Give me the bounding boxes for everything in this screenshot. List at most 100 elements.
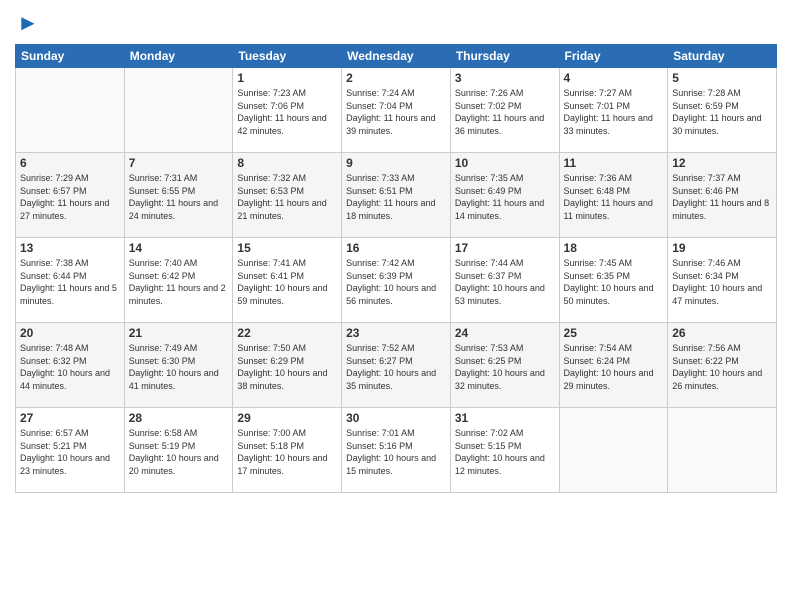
day-number: 6 xyxy=(20,156,120,170)
calendar-cell: 23 Sunrise: 7:52 AM Sunset: 6:27 PM Dayli… xyxy=(342,323,451,408)
calendar-cell: 4 Sunrise: 7:27 AM Sunset: 7:01 PM Daylig… xyxy=(559,68,668,153)
day-number: 24 xyxy=(455,326,555,340)
day-info: Sunrise: 7:28 AM Sunset: 6:59 PM Dayligh… xyxy=(672,87,772,137)
day-info: Sunrise: 7:36 AM Sunset: 6:48 PM Dayligh… xyxy=(564,172,664,222)
calendar-cell xyxy=(124,68,233,153)
days-header-row: SundayMondayTuesdayWednesdayThursdayFrid… xyxy=(16,45,777,68)
logo-icon: ► xyxy=(17,10,39,36)
week-row-4: 20Sunrise: 7:48 AM Sunset: 6:32 PM Dayli… xyxy=(16,323,777,408)
day-number: 26 xyxy=(672,326,772,340)
day-header-sunday: Sunday xyxy=(16,45,125,68)
day-info: Sunrise: 7:53 AM Sunset: 6:25 PM Dayligh… xyxy=(455,342,555,392)
page-header: ► xyxy=(15,10,777,36)
week-row-5: 27Sunrise: 6:57 AM Sunset: 5:21 PM Dayli… xyxy=(16,408,777,493)
day-number: 27 xyxy=(20,411,120,425)
day-number: 9 xyxy=(346,156,446,170)
day-info: Sunrise: 7:32 AM Sunset: 6:53 PM Dayligh… xyxy=(237,172,337,222)
day-info: Sunrise: 7:24 AM Sunset: 7:04 PM Dayligh… xyxy=(346,87,446,137)
day-info: Sunrise: 7:26 AM Sunset: 7:02 PM Dayligh… xyxy=(455,87,555,137)
page-container: ► SundayMondayTuesdayWednesdayThursdayFr… xyxy=(0,0,792,503)
calendar-cell: 19Sunrise: 7:46 AM Sunset: 6:34 PM Dayli… xyxy=(668,238,777,323)
calendar-cell: 28 Sunrise: 6:58 AM Sunset: 5:19 PM Dayli… xyxy=(124,408,233,493)
day-info: Sunrise: 7:23 AM Sunset: 7:06 PM Dayligh… xyxy=(237,87,337,137)
calendar-cell: 7 Sunrise: 7:31 AM Sunset: 6:55 PM Daylig… xyxy=(124,153,233,238)
day-number: 17 xyxy=(455,241,555,255)
calendar-cell: 10 Sunrise: 7:35 AM Sunset: 6:49 PM Dayli… xyxy=(450,153,559,238)
day-info: Sunrise: 7:46 AM Sunset: 6:34 PM Dayligh… xyxy=(672,257,772,307)
day-info: Sunrise: 7:41 AM Sunset: 6:41 PM Dayligh… xyxy=(237,257,337,307)
day-info: Sunrise: 7:31 AM Sunset: 6:55 PM Dayligh… xyxy=(129,172,229,222)
day-header-saturday: Saturday xyxy=(668,45,777,68)
day-header-thursday: Thursday xyxy=(450,45,559,68)
day-number: 2 xyxy=(346,71,446,85)
calendar-cell: 16Sunrise: 7:42 AM Sunset: 6:39 PM Dayli… xyxy=(342,238,451,323)
calendar-cell: 3 Sunrise: 7:26 AM Sunset: 7:02 PM Daylig… xyxy=(450,68,559,153)
day-number: 1 xyxy=(237,71,337,85)
day-info: Sunrise: 7:27 AM Sunset: 7:01 PM Dayligh… xyxy=(564,87,664,137)
calendar-cell: 18 Sunrise: 7:45 AM Sunset: 6:35 PM Dayli… xyxy=(559,238,668,323)
calendar-cell: 27Sunrise: 6:57 AM Sunset: 5:21 PM Dayli… xyxy=(16,408,125,493)
day-number: 14 xyxy=(129,241,229,255)
calendar-cell: 26 Sunrise: 7:56 AM Sunset: 6:22 PM Dayli… xyxy=(668,323,777,408)
day-number: 20 xyxy=(20,326,120,340)
day-header-friday: Friday xyxy=(559,45,668,68)
calendar-cell: 9Sunrise: 7:33 AM Sunset: 6:51 PM Daylig… xyxy=(342,153,451,238)
calendar-cell: 11 Sunrise: 7:36 AM Sunset: 6:48 PM Dayli… xyxy=(559,153,668,238)
logo: ► xyxy=(15,10,39,36)
day-number: 3 xyxy=(455,71,555,85)
calendar-cell: 21Sunrise: 7:49 AM Sunset: 6:30 PM Dayli… xyxy=(124,323,233,408)
week-row-1: 1 Sunrise: 7:23 AM Sunset: 7:06 PM Daylig… xyxy=(16,68,777,153)
calendar-cell: 17 Sunrise: 7:44 AM Sunset: 6:37 PM Dayli… xyxy=(450,238,559,323)
calendar-cell: 22Sunrise: 7:50 AM Sunset: 6:29 PM Dayli… xyxy=(233,323,342,408)
day-number: 25 xyxy=(564,326,664,340)
calendar-cell: 15 Sunrise: 7:41 AM Sunset: 6:41 PM Dayli… xyxy=(233,238,342,323)
calendar-cell: 14 Sunrise: 7:40 AM Sunset: 6:42 PM Dayli… xyxy=(124,238,233,323)
calendar-cell xyxy=(668,408,777,493)
day-info: Sunrise: 7:45 AM Sunset: 6:35 PM Dayligh… xyxy=(564,257,664,307)
week-row-3: 13 Sunrise: 7:38 AM Sunset: 6:44 PM Dayli… xyxy=(16,238,777,323)
day-number: 23 xyxy=(346,326,446,340)
calendar-cell: 13 Sunrise: 7:38 AM Sunset: 6:44 PM Dayli… xyxy=(16,238,125,323)
day-info: Sunrise: 7:35 AM Sunset: 6:49 PM Dayligh… xyxy=(455,172,555,222)
day-number: 12 xyxy=(672,156,772,170)
day-header-tuesday: Tuesday xyxy=(233,45,342,68)
day-number: 18 xyxy=(564,241,664,255)
day-info: Sunrise: 7:50 AM Sunset: 6:29 PM Dayligh… xyxy=(237,342,337,392)
day-number: 13 xyxy=(20,241,120,255)
day-info: Sunrise: 7:29 AM Sunset: 6:57 PM Dayligh… xyxy=(20,172,120,222)
calendar-cell: 25 Sunrise: 7:54 AM Sunset: 6:24 PM Dayli… xyxy=(559,323,668,408)
day-header-monday: Monday xyxy=(124,45,233,68)
day-info: Sunrise: 7:38 AM Sunset: 6:44 PM Dayligh… xyxy=(20,257,120,307)
day-header-wednesday: Wednesday xyxy=(342,45,451,68)
day-number: 31 xyxy=(455,411,555,425)
day-info: Sunrise: 7:40 AM Sunset: 6:42 PM Dayligh… xyxy=(129,257,229,307)
day-info: Sunrise: 7:54 AM Sunset: 6:24 PM Dayligh… xyxy=(564,342,664,392)
day-info: Sunrise: 7:56 AM Sunset: 6:22 PM Dayligh… xyxy=(672,342,772,392)
day-number: 28 xyxy=(129,411,229,425)
day-number: 21 xyxy=(129,326,229,340)
calendar-cell: 24 Sunrise: 7:53 AM Sunset: 6:25 PM Dayli… xyxy=(450,323,559,408)
day-info: Sunrise: 7:44 AM Sunset: 6:37 PM Dayligh… xyxy=(455,257,555,307)
day-info: Sunrise: 7:37 AM Sunset: 6:46 PM Dayligh… xyxy=(672,172,772,222)
calendar-cell: 31 Sunrise: 7:02 AM Sunset: 5:15 PM Dayli… xyxy=(450,408,559,493)
calendar-cell: 29Sunrise: 7:00 AM Sunset: 5:18 PM Dayli… xyxy=(233,408,342,493)
day-info: Sunrise: 7:01 AM Sunset: 5:16 PM Dayligh… xyxy=(346,427,446,477)
day-number: 8 xyxy=(237,156,337,170)
day-number: 10 xyxy=(455,156,555,170)
day-number: 4 xyxy=(564,71,664,85)
calendar-cell: 30Sunrise: 7:01 AM Sunset: 5:16 PM Dayli… xyxy=(342,408,451,493)
week-row-2: 6 Sunrise: 7:29 AM Sunset: 6:57 PM Daylig… xyxy=(16,153,777,238)
day-number: 7 xyxy=(129,156,229,170)
day-number: 11 xyxy=(564,156,664,170)
day-number: 5 xyxy=(672,71,772,85)
day-number: 16 xyxy=(346,241,446,255)
day-info: Sunrise: 7:02 AM Sunset: 5:15 PM Dayligh… xyxy=(455,427,555,477)
calendar-cell: 8 Sunrise: 7:32 AM Sunset: 6:53 PM Daylig… xyxy=(233,153,342,238)
day-info: Sunrise: 6:58 AM Sunset: 5:19 PM Dayligh… xyxy=(129,427,229,477)
day-info: Sunrise: 7:52 AM Sunset: 6:27 PM Dayligh… xyxy=(346,342,446,392)
calendar-cell: 6 Sunrise: 7:29 AM Sunset: 6:57 PM Daylig… xyxy=(16,153,125,238)
day-number: 15 xyxy=(237,241,337,255)
calendar-cell xyxy=(559,408,668,493)
calendar-cell: 20Sunrise: 7:48 AM Sunset: 6:32 PM Dayli… xyxy=(16,323,125,408)
day-info: Sunrise: 7:00 AM Sunset: 5:18 PM Dayligh… xyxy=(237,427,337,477)
